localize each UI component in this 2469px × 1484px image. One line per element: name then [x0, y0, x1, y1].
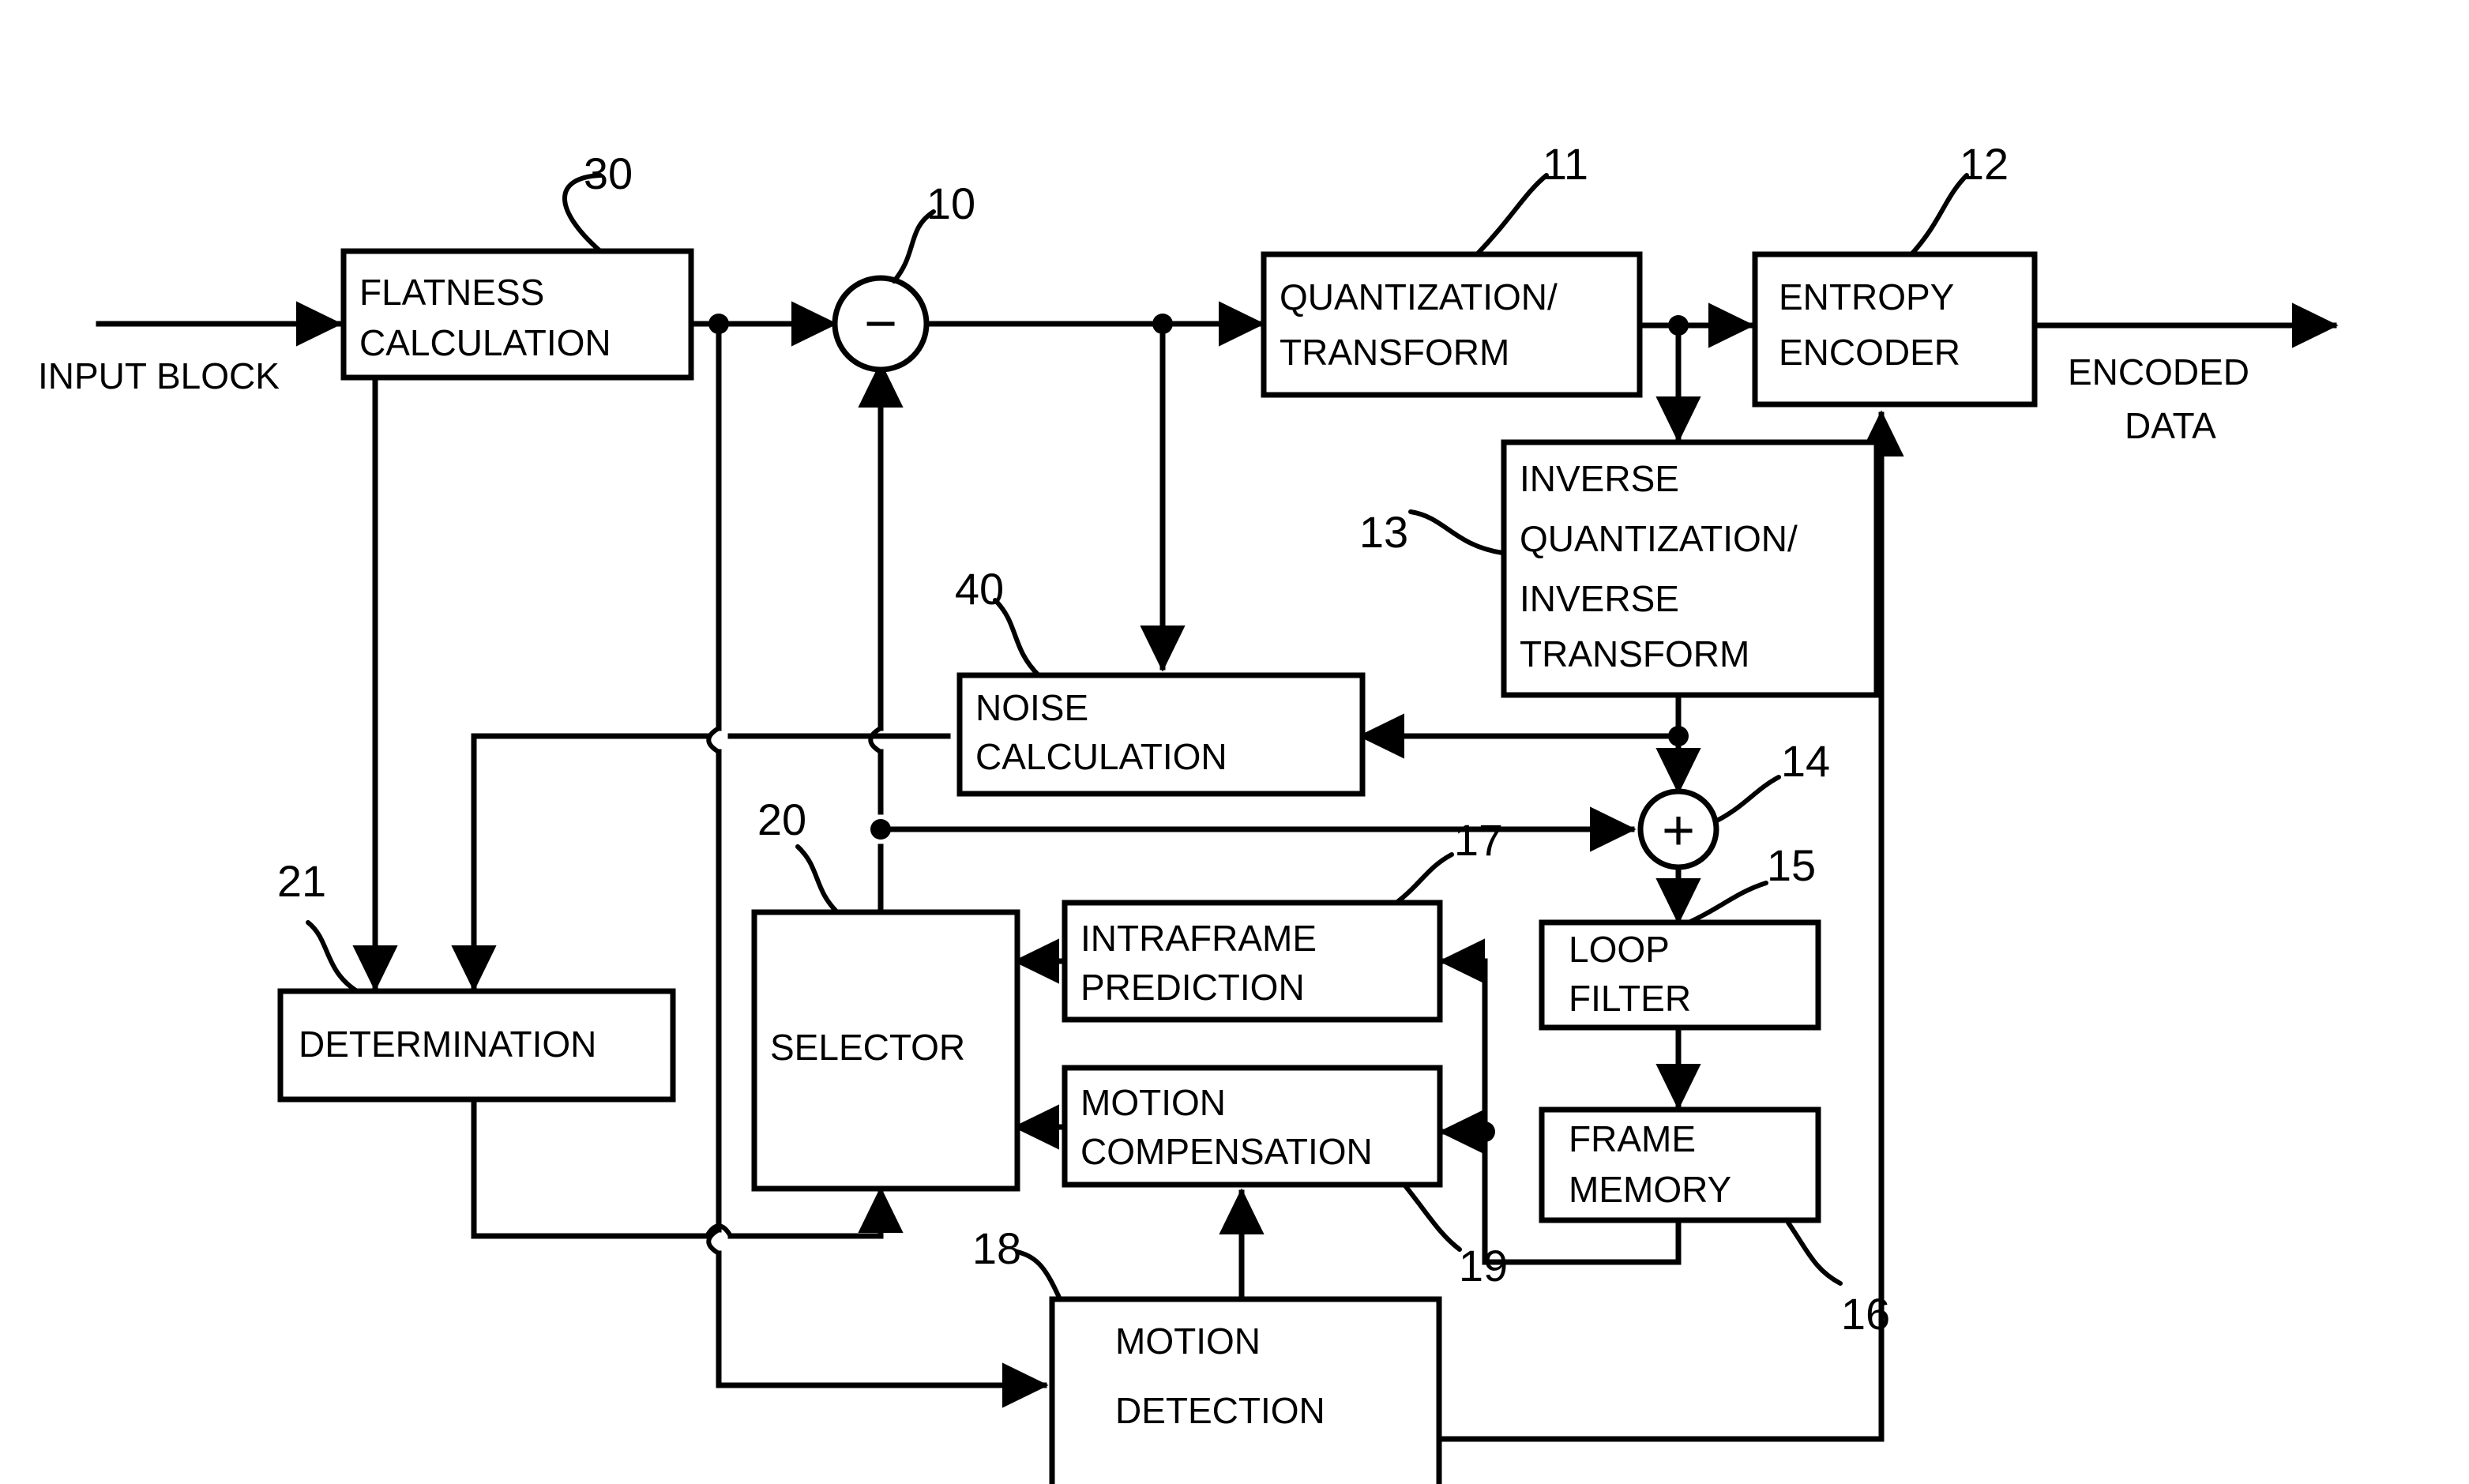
- leader-11: [1475, 173, 1549, 257]
- block-label-determination: DETERMINATION: [299, 1024, 596, 1065]
- block-layer: FLATNESS CALCULATION 30 QUANTIZATION/ TR…: [277, 139, 2038, 1484]
- ref-number-14: 14: [1781, 736, 1830, 786]
- block-label-quantization-line2: TRANSFORM: [1280, 332, 1509, 373]
- block-label-loopfilter-line2: FILTER: [1569, 978, 1691, 1019]
- ref-number-19: 19: [1459, 1241, 1508, 1291]
- ref-number-15: 15: [1767, 840, 1816, 890]
- block-motion-detection[interactable]: MOTION DETECTION: [1049, 1296, 1442, 1484]
- subtractor-sign: −: [864, 292, 897, 355]
- block-determination[interactable]: DETERMINATION: [277, 988, 676, 1103]
- block-quantization-transform[interactable]: QUANTIZATION/ TRANSFORM: [1261, 251, 1643, 398]
- block-label-inverse-line2: QUANTIZATION/: [1520, 518, 1798, 559]
- ref-number-21: 21: [277, 856, 326, 906]
- wire-noise-to-determination: [451, 733, 710, 992]
- wire-determination-to-selector: [727, 1186, 904, 1239]
- ref-number-12: 12: [1960, 139, 2009, 189]
- leader-15: [1686, 881, 1768, 925]
- wire-ref-to-intraframe: [1438, 938, 1488, 1135]
- operator-adder[interactable]: +: [1637, 788, 1719, 870]
- block-label-framemem-line2: MEMORY: [1569, 1169, 1731, 1210]
- wire-layer: [96, 301, 2339, 1442]
- block-label-quantization-line1: QUANTIZATION/: [1280, 276, 1558, 317]
- ref-number-18: 18: [972, 1223, 1021, 1273]
- leader-18: [1015, 1249, 1062, 1302]
- signal-label-encoded-data-line1: ENCODED: [2068, 351, 2249, 393]
- block-label-selector: SELECTOR: [770, 1027, 965, 1068]
- block-selector[interactable]: SELECTOR: [751, 909, 1020, 1192]
- leader-19: [1402, 1182, 1462, 1252]
- block-label-framemem-line1: FRAME: [1569, 1118, 1696, 1159]
- block-label-flatness-line2: CALCULATION: [359, 322, 611, 363]
- leader-17: [1394, 852, 1454, 905]
- ref-number-16: 16: [1841, 1289, 1890, 1339]
- leader-14: [1713, 775, 1781, 824]
- block-label-loopfilter-line1: LOOP: [1569, 929, 1670, 970]
- ref-number-40: 40: [955, 564, 1004, 614]
- leader-21: [306, 920, 359, 994]
- block-label-intraframe-line1: INTRAFRAME: [1080, 918, 1317, 959]
- block-inverse-quantization-transform[interactable]: INVERSE QUANTIZATION/ INVERSE TRANSFORM: [1501, 439, 1880, 698]
- signal-label-encoded-data-line2: DATA: [2125, 405, 2216, 446]
- wire-hop-selector-over-noise-bus: [868, 726, 882, 754]
- operator-subtractor[interactable]: −: [832, 275, 930, 373]
- block-label-entropy-line2: ENCODER: [1779, 332, 1960, 373]
- block-label-motioncomp-line2: COMPENSATION: [1080, 1131, 1373, 1172]
- ref-number-11: 11: [1543, 139, 1588, 189]
- block-label-noise-line1: NOISE: [975, 687, 1088, 728]
- block-label-inverse-line4: TRANSFORM: [1520, 633, 1749, 674]
- block-label-noise-line2: CALCULATION: [975, 736, 1227, 777]
- ref-number-30: 30: [584, 148, 633, 198]
- ref-number-10: 10: [926, 178, 975, 228]
- leader-16: [1786, 1220, 1843, 1286]
- ref-number-20: 20: [757, 795, 806, 844]
- wire-flatness-to-motion-detection: [716, 1250, 1049, 1408]
- ref-number-17: 17: [1454, 815, 1503, 865]
- block-label-intraframe-line2: PREDICTION: [1080, 967, 1305, 1008]
- block-intraframe-prediction[interactable]: INTRAFRAME PREDICTION: [1062, 900, 1443, 1023]
- signal-label-input-block: INPUT BLOCK: [38, 355, 280, 396]
- block-loop-filter[interactable]: LOOP FILTER: [1539, 919, 1821, 1031]
- ref-number-13: 13: [1359, 507, 1408, 557]
- block-label-motiondet-line1: MOTION: [1115, 1321, 1261, 1362]
- block-label-motioncomp-line1: MOTION: [1080, 1082, 1226, 1123]
- block-motion-compensation[interactable]: MOTION COMPENSATION: [1062, 1065, 1443, 1188]
- block-flatness-calculation[interactable]: FLATNESS CALCULATION: [340, 248, 694, 381]
- adder-sign: +: [1662, 799, 1695, 862]
- block-noise-calculation[interactable]: NOISE CALCULATION: [956, 672, 1366, 797]
- leader-13: [1408, 509, 1505, 555]
- leader-20: [795, 844, 840, 915]
- leader-12: [1909, 173, 1969, 257]
- block-label-motiondet-line2: DETECTION: [1115, 1390, 1325, 1431]
- block-label-inverse-line1: INVERSE: [1520, 458, 1679, 499]
- wire-hop-flatness-over-noise-bus: [706, 726, 720, 754]
- block-label-inverse-line3: INVERSE: [1520, 578, 1679, 619]
- block-label-flatness-line1: FLATNESS: [359, 272, 544, 313]
- block-frame-memory[interactable]: FRAME MEMORY: [1539, 1106, 1821, 1223]
- wire-determination-out-a: [471, 1096, 710, 1239]
- block-entropy-encoder[interactable]: ENTROPY ENCODER: [1752, 251, 2038, 408]
- patent-block-diagram: FLATNESS CALCULATION 30 QUANTIZATION/ TR…: [0, 0, 2469, 1484]
- diagram-canvas: FLATNESS CALCULATION 30 QUANTIZATION/ TR…: [38, 139, 2339, 1484]
- block-label-entropy-line1: ENTROPY: [1779, 276, 1954, 317]
